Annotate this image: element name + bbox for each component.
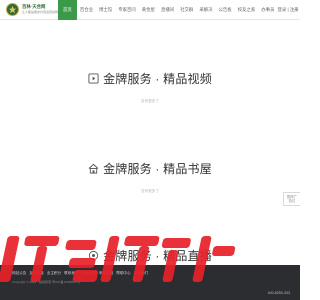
copyright-text: Copyright © 2023 · 版权所有 粤ICP备12345678号 [12,280,81,284]
section-books: 金牌服务 · 精品书屋 没有更多了 [0,160,300,194]
side-ad-line2: 告位 [288,199,296,203]
brand-subtitle: 让人都是朋友价值运营的网 [22,9,59,14]
page: 百林·天合网 让人都是朋友价值运营的网 首页 百合业 博士馆 专家百问 黄金屋 … [0,0,300,300]
contact-phone: 400-8250-333 [267,291,290,295]
nav-item-8[interactable]: 公告板 [216,0,235,20]
nav-item-1[interactable]: 百合业 [77,0,96,20]
house-icon [88,163,99,174]
top-header: 百林·天合网 让人都是朋友价值运营的网 首页 百合业 博士馆 专家百问 黄金屋 … [0,0,300,20]
empty-hint: 没有更多了 [141,99,159,103]
nav-item-6[interactable]: 社交群 [177,0,196,20]
live-icon [88,250,99,261]
nav-item-7[interactable]: 采解决 [196,0,215,20]
footer-link[interactable]: 关于我们 [134,271,148,276]
section-title: 金牌服务 · 精品视频 [103,72,212,86]
empty-hint: 没有更多了 [141,189,159,193]
login-register-link[interactable]: 登录 | 注册 [277,7,298,13]
site-footer: 网站公告 友情链接 业主积分 联系我们 合作伙伴 申请友链 帮助中心 关于我们 … [0,265,300,300]
footer-link[interactable]: 合作伙伴 [82,271,96,276]
side-ad-tag[interactable]: 暂停广 告位 [283,192,300,206]
emblem-icon [6,3,19,16]
footer-link[interactable]: 业主积分 [47,271,61,276]
section-title: 金牌服务 · 精品直播 [103,249,212,263]
nav-item-9[interactable]: 校友之家 [235,0,259,20]
section-title: 金牌服务 · 精品书屋 [103,162,212,176]
nav-item-2[interactable]: 博士馆 [96,0,115,20]
nav-item-5[interactable]: 直播间 [158,0,177,20]
section-video: 金牌服务 · 精品视频 没有更多了 [0,70,300,104]
nav-item-4[interactable]: 黄金屋 [139,0,158,20]
footer-link[interactable]: 网站公告 [12,271,26,276]
footer-link[interactable]: 联系我们 [64,271,78,276]
footer-link[interactable]: 帮助中心 [116,271,130,276]
site-logo[interactable]: 百林·天合网 让人都是朋友价值运营的网 [6,3,58,16]
video-icon [88,73,99,84]
nav-item-home[interactable]: 首页 [58,0,77,20]
section-live: 金牌服务 · 精品直播 [0,247,300,264]
nav-item-3[interactable]: 专家百问 [115,0,139,20]
footer-links: 网站公告 友情链接 业主积分 联系我们 合作伙伴 申请友链 帮助中心 关于我们 [12,271,148,276]
footer-link[interactable]: 申请友链 [99,271,113,276]
main-nav: 首页 百合业 博士馆 专家百问 黄金屋 直播间 社交群 采解决 公告板 校友之家… [58,0,277,20]
footer-link[interactable]: 友情链接 [29,271,43,276]
nav-item-10[interactable]: 办事员 [258,0,277,20]
